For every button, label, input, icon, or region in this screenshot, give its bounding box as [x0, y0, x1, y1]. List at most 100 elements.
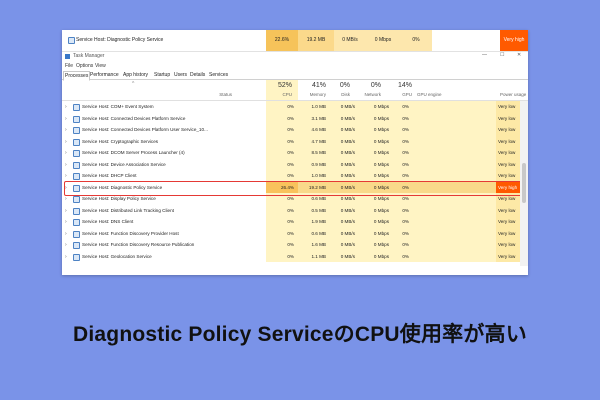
table-row[interactable]: › Service Host: Cryptographic Services 0% 4… — [62, 135, 520, 147]
network-value: 0 Mbps — [358, 204, 392, 216]
tab-services[interactable]: Services — [208, 71, 229, 79]
disk-value: 0 MB/s — [330, 204, 358, 216]
memory-value: 4.6 MB — [298, 124, 330, 136]
expand-chevron-icon[interactable]: › — [65, 104, 67, 110]
cpu-value: 0% — [266, 170, 298, 182]
column-gpu[interactable]: GPU — [378, 92, 412, 97]
column-power-usage[interactable]: Power usage — [500, 92, 526, 97]
disk-value: 0 MB/s — [330, 170, 358, 182]
expand-chevron-icon[interactable]: › — [65, 196, 67, 202]
column-gpu-engine[interactable]: GPU engine — [417, 92, 442, 97]
network-value: 0 Mbps — [358, 147, 392, 159]
strip-cpu: 22.6% — [266, 30, 298, 51]
expand-chevron-icon[interactable]: › — [65, 139, 67, 145]
table-row[interactable]: › Service Host: Connected Devices Platfor… — [62, 124, 520, 136]
gpu-engine-value — [412, 204, 496, 216]
tab-performance[interactable]: Performance — [89, 71, 120, 79]
menu-view[interactable]: View — [95, 63, 106, 69]
power-usage-value: Very low — [496, 124, 520, 136]
vertical-scrollbar[interactable] — [520, 101, 528, 266]
service-icon — [73, 173, 80, 180]
column-cpu[interactable]: CPU — [262, 92, 292, 97]
power-usage-value: Very low — [496, 158, 520, 170]
service-icon — [73, 161, 80, 169]
disk-value: 0 MB/s — [330, 135, 358, 147]
network-value: 0 Mbps — [358, 239, 392, 251]
menu-options[interactable]: Options — [76, 63, 93, 69]
table-row[interactable]: › Service Host: Function Discovery Provid… — [62, 227, 520, 239]
expand-chevron-icon[interactable]: › — [65, 231, 67, 237]
table-row[interactable]: › Service Host: DNS Client 0% 1.9 MB 0 MB/s 0… — [62, 216, 520, 228]
expand-chevron-icon[interactable]: › — [65, 219, 67, 225]
disk-value: 0 MB/s — [330, 250, 358, 262]
service-icon — [73, 196, 80, 203]
cpu-total: 52% — [277, 82, 292, 89]
memory-value: 1.6 MB — [298, 239, 330, 251]
table-row[interactable]: › Service Host: Function Discovery Resour… — [62, 239, 520, 251]
expand-chevron-icon[interactable]: › — [65, 127, 67, 133]
gpu-value: 0% — [392, 216, 412, 228]
selection-highlight-box — [64, 181, 528, 196]
column-disk[interactable]: Disk — [320, 92, 350, 97]
process-name: Service Host: Function Discovery Provide… — [82, 230, 179, 236]
menu-file[interactable]: File — [65, 63, 73, 69]
tab-details[interactable]: Details — [189, 71, 206, 79]
cpu-value: 0% — [266, 124, 298, 136]
strip-disk: 0 MB/s — [334, 30, 366, 51]
memory-value: 1.9 MB — [298, 216, 330, 228]
disk-value: 0 MB/s — [330, 158, 358, 170]
tab-users[interactable]: Users — [173, 71, 188, 79]
memory-value: 1.0 MB — [298, 170, 330, 182]
gpu-engine-value — [412, 135, 496, 147]
table-row[interactable]: › Service Host: Connected Devices Platfor… — [62, 112, 520, 124]
power-usage-value: Very low — [496, 239, 520, 251]
service-icon — [73, 230, 80, 238]
network-value: 0 Mbps — [358, 250, 392, 262]
service-icon — [73, 242, 80, 249]
power-usage-value: Very low — [496, 101, 520, 113]
table-row[interactable]: › Service Host: Device Association Servic… — [62, 158, 520, 170]
expand-chevron-icon[interactable]: › — [65, 162, 67, 168]
gpu-total: 14% — [397, 82, 412, 89]
network-value: 0 Mbps — [358, 101, 392, 113]
disk-value: 0 MB/s — [330, 239, 358, 251]
disk-value: 0 MB/s — [330, 227, 358, 239]
service-icon — [73, 127, 80, 134]
cpu-value: 0% — [266, 250, 298, 262]
scrollbar-thumb[interactable] — [522, 163, 526, 203]
power-usage-value: Very low — [496, 216, 520, 228]
expand-chevron-icon[interactable]: › — [65, 116, 67, 122]
gpu-value: 0% — [392, 250, 412, 262]
process-name: Service Host: Distributed Link Tracking … — [82, 207, 174, 213]
table-row[interactable]: › Service Host: Geolocation Service 0% 1.1 … — [62, 250, 520, 262]
highlighted-process-strip: Service Host: Diagnostic Policy Service … — [62, 30, 528, 52]
expand-chevron-icon[interactable]: › — [65, 254, 67, 260]
table-row[interactable]: › Service Host: DHCP Client 0% 1.0 MB 0 MB/s… — [62, 170, 520, 182]
process-name: Service Host: Connected Devices Platform… — [82, 115, 186, 121]
table-row[interactable]: › Service Host: DCOM Server Process Launc… — [62, 147, 520, 159]
network-value: 0 Mbps — [358, 158, 392, 170]
tab-app-history[interactable]: App history — [122, 71, 149, 79]
power-usage-value: Very low — [496, 227, 520, 239]
maximize-button[interactable]: ☐ — [500, 52, 504, 58]
gpu-value: 0% — [392, 158, 412, 170]
tab-bar: Processes Performance App history Startu… — [62, 70, 528, 81]
tab-startup[interactable]: Startup — [153, 71, 171, 79]
power-usage-value: Very low — [496, 135, 520, 147]
service-icon — [73, 104, 80, 111]
column-network[interactable]: Network — [351, 92, 381, 97]
minimize-button[interactable]: — — [482, 52, 487, 58]
process-name: Service Host: Geolocation Service — [82, 253, 152, 259]
table-row[interactable]: › Service Host: Distributed Link Tracking… — [62, 204, 520, 216]
column-status[interactable]: Status — [202, 92, 232, 97]
expand-chevron-icon[interactable]: › — [65, 208, 67, 214]
service-icon — [73, 150, 80, 157]
expand-chevron-icon[interactable]: › — [65, 242, 67, 248]
close-button[interactable]: ✕ — [517, 52, 521, 58]
expand-chevron-icon[interactable]: › — [65, 173, 67, 179]
network-total: 0% — [370, 82, 381, 89]
table-row[interactable]: › Service Host: COM+ Event System 0% 1.0 MB… — [62, 101, 520, 113]
service-icon — [73, 115, 80, 123]
expand-chevron-icon[interactable]: › — [65, 150, 67, 156]
gpu-engine-value — [412, 101, 496, 113]
